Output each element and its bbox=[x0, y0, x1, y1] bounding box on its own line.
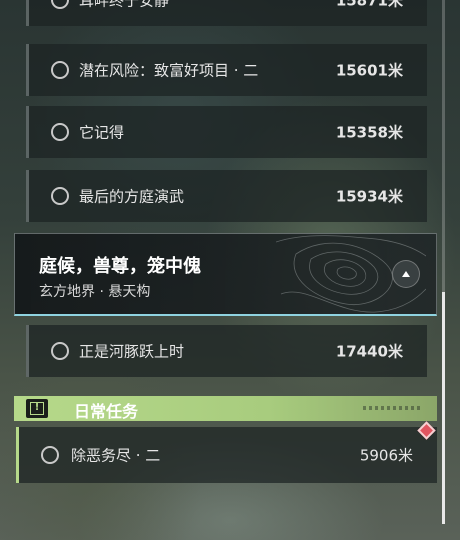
quest-name: 耳畔终于安静 bbox=[79, 0, 170, 10]
region-group-header[interactable]: 庭候，兽尊，笼中傀 玄方地界 · 悬天构 bbox=[14, 233, 437, 316]
quest-distance: 17440米 bbox=[335, 342, 403, 361]
quest-row[interactable]: 正是河豚跃上时 17440米 bbox=[26, 325, 427, 377]
quest-distance: 15934米 bbox=[335, 187, 403, 206]
daily-quest-row[interactable]: 除恶务尽 · 二 5906米 bbox=[16, 427, 437, 483]
collapse-button[interactable] bbox=[392, 260, 420, 288]
daily-section-label: 日常任务 bbox=[74, 402, 139, 421]
quest-row[interactable]: 它记得 15358米 bbox=[26, 106, 427, 158]
radio-circle-icon[interactable] bbox=[51, 0, 69, 9]
scrollbar-thumb[interactable] bbox=[442, 292, 445, 524]
radio-circle-icon[interactable] bbox=[51, 61, 69, 79]
region-subtitle: 玄方地界 · 悬天构 bbox=[39, 284, 151, 300]
quest-name: 潜在风险：致富好项目 · 二 bbox=[79, 61, 259, 80]
quest-row[interactable]: 潜在风险：致富好项目 · 二 15601米 bbox=[26, 44, 427, 96]
radio-circle-icon[interactable] bbox=[51, 123, 69, 141]
quest-name: 正是河豚跃上时 bbox=[79, 342, 185, 361]
quest-distance: 5906米 bbox=[359, 446, 413, 465]
radio-circle-icon[interactable] bbox=[51, 187, 69, 205]
exclamation-icon: ! bbox=[26, 399, 48, 418]
scrollbar[interactable] bbox=[442, 0, 445, 524]
quest-name: 它记得 bbox=[79, 123, 125, 142]
quest-name: 最后的方庭演武 bbox=[79, 187, 185, 206]
header-decoration bbox=[363, 406, 423, 410]
region-title: 庭候，兽尊，笼中傀 bbox=[39, 256, 201, 277]
quest-list: 耳畔终于安静 15871米 潜在风险：致富好项目 · 二 15601米 它记得 … bbox=[0, 0, 460, 540]
chevron-up-icon bbox=[402, 271, 410, 277]
quest-distance: 15601米 bbox=[335, 61, 403, 80]
daily-section-header[interactable]: ! 日常任务 bbox=[14, 396, 437, 421]
quest-distance: 15358米 bbox=[335, 123, 403, 142]
radio-circle-icon[interactable] bbox=[41, 446, 59, 464]
quest-row[interactable]: 最后的方庭演武 15934米 bbox=[26, 170, 427, 222]
quest-distance: 15871米 bbox=[335, 0, 403, 10]
radio-circle-icon[interactable] bbox=[51, 342, 69, 360]
quest-name: 除恶务尽 · 二 bbox=[71, 446, 161, 465]
quest-row[interactable]: 耳畔终于安静 15871米 bbox=[26, 0, 427, 26]
